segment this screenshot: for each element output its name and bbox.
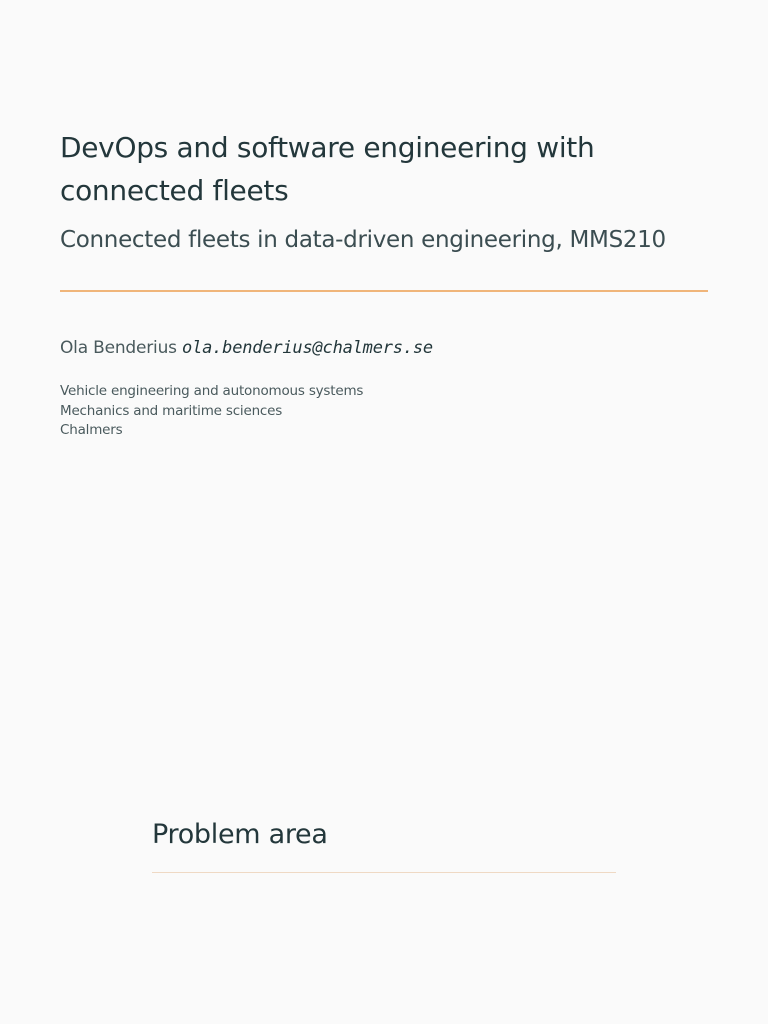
author-email: ola.benderius@chalmers.se	[182, 338, 433, 358]
frame-title: Problem area	[152, 819, 328, 850]
institute-line: Chalmers	[60, 422, 123, 438]
institute-line: Mechanics and maritime sciences	[60, 402, 283, 419]
author-line: Ola Benderius ola.benderius@chalmers.se	[60, 336, 433, 360]
institute-block: Vehicle engineering and autonomous syste…	[60, 382, 363, 441]
slide-title: DevOps and software engineering with con…	[60, 131, 595, 207]
frame-title-divider	[152, 872, 616, 873]
title-divider	[60, 290, 708, 292]
author-name: Ola Benderius	[60, 338, 177, 358]
slide-subtitle: Connected fleets in data-driven engineer…	[60, 227, 666, 253]
institute-line: Vehicle engineering and autonomous syste…	[60, 383, 364, 399]
